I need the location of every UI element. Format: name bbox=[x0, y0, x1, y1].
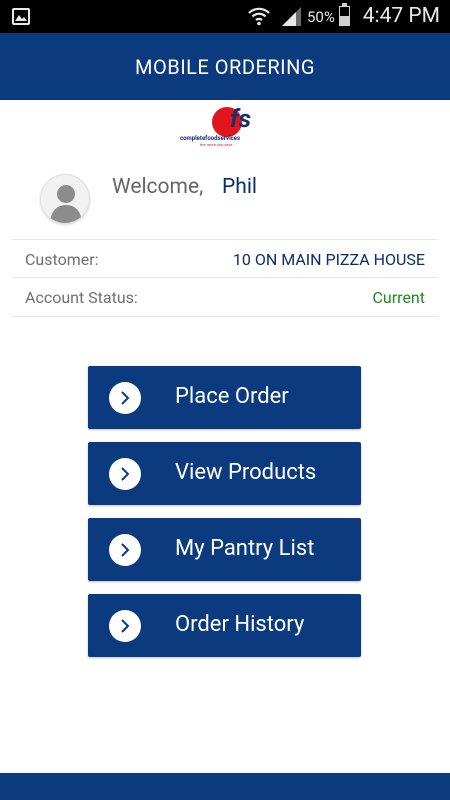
app-header: MOBILE ORDERING bbox=[0, 33, 450, 100]
footer-bar bbox=[0, 773, 450, 800]
chevron-right-icon bbox=[109, 534, 141, 566]
battery-icon bbox=[339, 3, 350, 26]
battery-percent: 50% bbox=[307, 8, 335, 26]
chevron-right-icon bbox=[109, 458, 141, 490]
place-order-button[interactable]: Place Order bbox=[88, 366, 361, 429]
logo-mark: fs bbox=[230, 105, 252, 134]
my-pantry-list-button[interactable]: My Pantry List bbox=[88, 518, 361, 581]
logo-company-name: completefoodservices bbox=[180, 135, 241, 142]
page-title: MOBILE ORDERING bbox=[135, 54, 315, 79]
status-bar: 50% 4:47 PM bbox=[0, 0, 450, 33]
my-pantry-list-label: My Pantry List bbox=[175, 536, 315, 561]
customer-value: 10 ON MAIN PIZZA HOUSE bbox=[232, 250, 425, 269]
account-status-value: Current bbox=[372, 288, 425, 307]
place-order-label: Place Order bbox=[175, 384, 289, 409]
order-history-button[interactable]: Order History bbox=[88, 594, 361, 657]
view-products-label: View Products bbox=[175, 460, 317, 485]
user-name: Phil bbox=[222, 175, 258, 199]
customer-label: Customer: bbox=[25, 250, 99, 269]
customer-row: Customer: 10 ON MAIN PIZZA HOUSE bbox=[12, 239, 438, 278]
wifi-icon bbox=[248, 7, 270, 26]
welcome-label: Welcome, bbox=[112, 175, 204, 199]
avatar bbox=[40, 174, 90, 224]
account-status-label: Account Status: bbox=[25, 288, 138, 307]
user-silhouette-icon bbox=[50, 185, 82, 223]
chevron-right-icon bbox=[109, 382, 141, 414]
company-logo: fs completefoodservices the more you sav… bbox=[178, 105, 278, 149]
account-status-row: Account Status: Current bbox=[12, 278, 438, 317]
order-history-label: Order History bbox=[175, 612, 305, 637]
view-products-button[interactable]: View Products bbox=[88, 442, 361, 505]
status-time: 4:47 PM bbox=[362, 4, 440, 28]
signal-strength-icon bbox=[282, 7, 301, 26]
gallery-notification-icon bbox=[12, 8, 30, 25]
chevron-right-icon bbox=[109, 610, 141, 642]
logo-tagline: the more you save bbox=[200, 142, 233, 147]
